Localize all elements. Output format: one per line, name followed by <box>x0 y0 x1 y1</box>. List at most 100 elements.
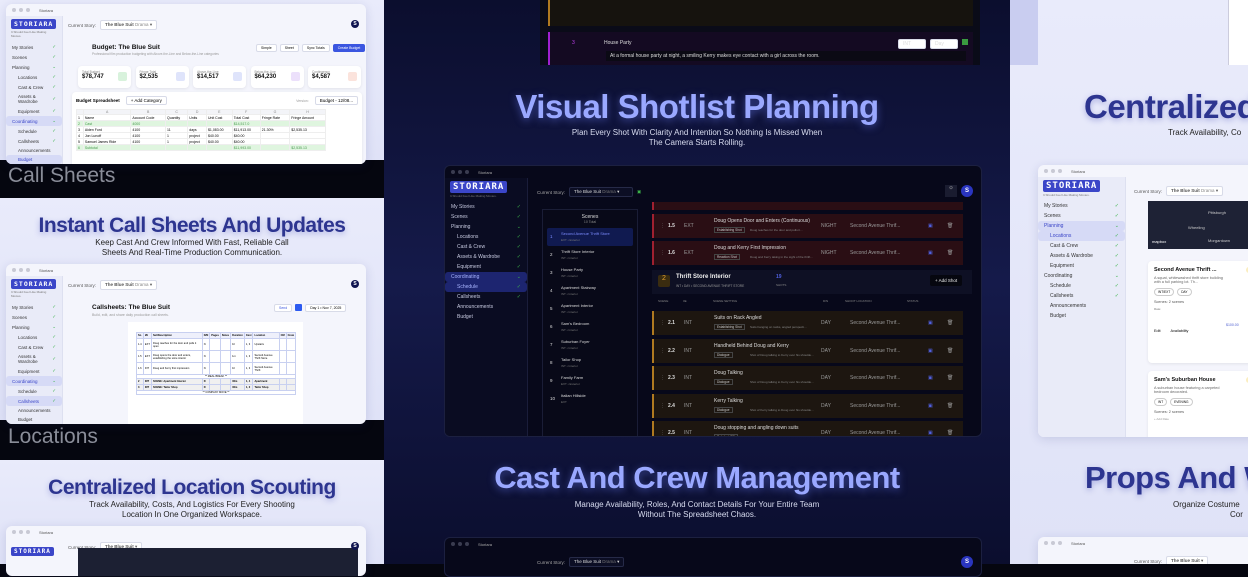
table-cell[interactable]: 1.6 <box>136 362 144 375</box>
status-icon[interactable]: ▣ <box>928 375 933 381</box>
sidebar-item-schedule[interactable]: Schedule ✓ <box>1038 281 1125 291</box>
sidebar-item-scenes[interactable]: Scenes ✓ <box>6 52 62 62</box>
table-cell[interactable] <box>285 338 297 351</box>
table-cell[interactable] <box>219 350 232 363</box>
table-cell[interactable] <box>259 144 291 151</box>
table-cell[interactable]: Upstairs <box>252 338 280 351</box>
scene-list-item[interactable]: 3 House Party INT • Interior <box>547 264 633 282</box>
sidebar-item-budget[interactable]: Budget <box>6 415 62 424</box>
status-icon[interactable]: ▣ <box>928 403 933 409</box>
table-cell[interactable]: 1, 3 <box>243 350 254 363</box>
story-select[interactable]: The Blue Suit Drama ▾ <box>569 557 625 567</box>
sidebar-item-callsheets[interactable]: Callsheets ✓ <box>445 292 527 302</box>
table-cell[interactable]: 1, 3 <box>243 362 254 375</box>
story-select[interactable]: The Blue Suit Drama ▾ <box>1166 186 1224 196</box>
shot-row[interactable]: ⋮ 1.5 EXT Doug Opens Door and Enters (Conti… <box>652 214 963 238</box>
table-cell[interactable]: Second Avenue Thrift <box>252 362 280 375</box>
sidebar-item-callsheets[interactable]: Callsheets ✓ <box>1038 291 1125 301</box>
status-icon[interactable]: ▣ <box>928 430 933 436</box>
table-cell[interactable] <box>219 338 232 351</box>
sidebar-item-coordinating[interactable]: Coordinating ⌄ <box>6 116 62 126</box>
sidebar-item-locations[interactable]: Locations ✓ <box>1038 231 1125 241</box>
sidebar-item-scenes[interactable]: Scenes ✓ <box>1038 211 1125 221</box>
trash-icon[interactable]: 🗑 <box>947 250 953 256</box>
sidebar-item-schedule[interactable]: Schedule ✓ <box>6 126 62 136</box>
sidebar-item-cast-crew[interactable]: Cast & Crew ✓ <box>6 342 62 352</box>
table-cell[interactable]: INT <box>142 362 152 375</box>
sheet-button[interactable]: Sheet <box>279 44 299 52</box>
table-cell[interactable] <box>209 338 221 351</box>
table-cell[interactable]: N <box>201 350 211 363</box>
table-cell[interactable]: N <box>201 338 211 351</box>
table-cell[interactable]: Subtotal <box>82 144 132 151</box>
trash-icon[interactable]: 🗑 <box>947 375 953 381</box>
drag-handle-icon[interactable]: ⋮ <box>660 430 665 436</box>
map[interactable]: Pittsburgh Wheeling Morgantown mapbox <box>1148 201 1248 249</box>
sidebar-item-assets[interactable]: Assets & Wardrobe ✓ <box>1038 251 1125 261</box>
sidebar-item-schedule[interactable]: Schedule ✓ <box>445 282 527 292</box>
shot-row[interactable]: ⋮ 2.1 INT Suits on Rack Angled Establishing … <box>652 311 963 335</box>
add-rate-button[interactable]: + Add Rate <box>1154 417 1248 421</box>
location-card[interactable]: Sam's Suburban HouseNeedsA suburban hous… <box>1148 371 1248 437</box>
sidebar-item-cast-crew[interactable]: Cast & Crew ✓ <box>1038 241 1125 251</box>
sidebar-item-cast-crew[interactable]: Cast & Crew ✓ <box>445 242 527 252</box>
table-cell[interactable]: 1h <box>230 362 245 375</box>
table-cell[interactable]: EXT <box>142 350 152 363</box>
save-icon[interactable] <box>962 39 968 45</box>
sidebar-item-equipment[interactable]: Equipment ✓ <box>1038 261 1125 271</box>
table-cell[interactable]: 1.5 <box>136 350 144 363</box>
ie-select[interactable]: INT <box>898 39 926 49</box>
dn-select[interactable]: Day <box>930 39 958 49</box>
sidebar-item-coordinating[interactable]: Coordinating ⌄ <box>1038 271 1125 281</box>
add-category-button[interactable]: + Add Category <box>125 96 167 105</box>
sidebar-item-equipment[interactable]: Equipment ✓ <box>445 262 527 272</box>
scene-list-item[interactable]: 8 Tailor Shop INT • Interior <box>547 354 633 372</box>
table-cell[interactable] <box>165 144 189 151</box>
table-cell[interactable] <box>285 350 297 363</box>
table-cell[interactable]: EXT <box>142 338 152 351</box>
status-icon[interactable]: ▣ <box>928 348 933 354</box>
sidebar-item-locations[interactable]: Locations ✓ <box>445 232 527 242</box>
sidebar-item-coordinating[interactable]: Coordinating ⌄ <box>6 376 62 386</box>
sidebar-item-schedule[interactable]: Schedule ✓ <box>6 386 62 396</box>
table-cell[interactable]: 1m <box>230 350 245 363</box>
day-select[interactable]: Day 1 • Nov 7, 2025 <box>305 304 347 312</box>
sidebar-item-scenes[interactable]: Scenes ✓ <box>445 212 527 222</box>
table-cell[interactable]: $2,535.13 <box>289 144 326 151</box>
table-cell[interactable]: $11,993.00 <box>231 144 261 151</box>
trash-icon[interactable]: 🗑 <box>947 403 953 409</box>
drag-handle-icon[interactable]: ⋮ <box>660 375 665 381</box>
theme-toggle[interactable]: ☼ <box>945 185 957 197</box>
create-budget-button[interactable]: Create Budget <box>332 44 366 52</box>
sidebar-item-my-stories[interactable]: My Stories ✓ <box>445 202 527 212</box>
sidebar-item-locations[interactable]: Locations ✓ <box>6 72 62 82</box>
send-button[interactable]: Send <box>274 304 293 312</box>
scene-list-item[interactable]: 4 Apartment Stairway INT • Interior <box>547 282 633 300</box>
avatar[interactable]: S <box>351 20 359 28</box>
sidebar-item-equipment[interactable]: Equipment ✓ <box>6 106 62 116</box>
table-cell[interactable]: Second Avenue Thrift Store <box>252 350 280 363</box>
shot-row[interactable]: ⋮ 2.4 INT Kerry Talking Dialogue Shot of Kerr… <box>652 393 963 418</box>
trash-icon[interactable]: 🗑 <box>947 348 953 354</box>
sidebar-item-assets[interactable]: Assets & Wardrobe ✓ <box>445 252 527 262</box>
drag-handle-icon[interactable]: ⋮ <box>660 250 665 256</box>
sidebar-item-assets[interactable]: Assets & Wardrobe ✓ <box>6 352 62 366</box>
sidebar-item-budget[interactable]: Budget <box>1038 311 1125 321</box>
table-cell[interactable] <box>209 362 221 375</box>
avatar[interactable]: S <box>961 556 973 568</box>
shot-row[interactable]: ⋮ 2.2 INT Handheld Behind Doug and Kerry Dia… <box>652 338 963 363</box>
table-cell[interactable]: 1, 3 <box>243 338 254 351</box>
scene-list-item[interactable]: 6 Sam's Bedroom INT • Interior <box>547 318 633 336</box>
story-select[interactable]: The Blue Suit Drama ▾ <box>100 20 158 30</box>
sidebar-item-announcements[interactable]: Announcements <box>1038 301 1125 311</box>
sidebar-item-my-stories[interactable]: My Stories ✓ <box>6 42 62 52</box>
calendar-icon[interactable]: ▣ <box>637 189 641 195</box>
status-icon[interactable]: ▣ <box>928 250 933 256</box>
sidebar-item-scenes[interactable]: Scenes ✓ <box>6 312 62 322</box>
table-cell[interactable]: 1.4 <box>136 338 144 351</box>
table-cell[interactable] <box>205 144 233 151</box>
table-cell[interactable]: Doug and Kerry first impression <box>150 362 203 375</box>
scene-list-item[interactable]: 9 Family Farm EXT • Exterior <box>547 372 633 390</box>
scene-list-item[interactable]: 10 Italian Hillside EXT <box>547 390 633 408</box>
sidebar-item-planning[interactable]: Planning ⌄ <box>6 62 62 72</box>
